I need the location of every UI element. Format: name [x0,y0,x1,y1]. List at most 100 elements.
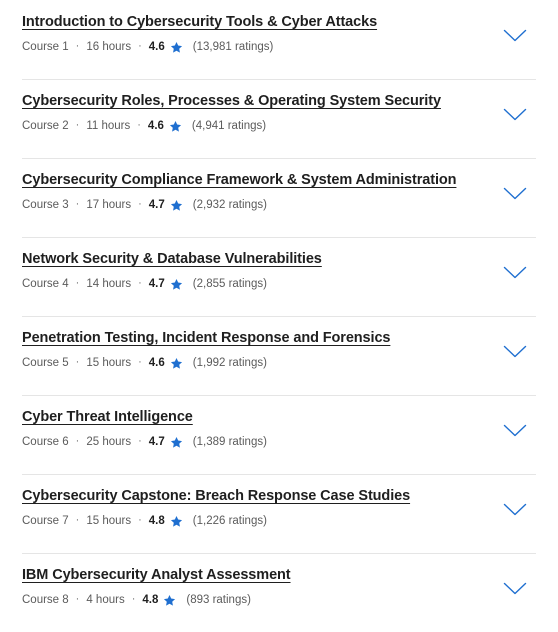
metadata-separator-1: · [75,513,80,526]
course-number: Course 7 [22,515,69,527]
metadata-separator-1: · [75,355,80,368]
course-metadata: Course 4 · 14 hours · 4.7 (2,855 ratings… [22,277,498,291]
metadata-separator-2: · [137,118,141,131]
course-row: Cybersecurity Roles, Processes & Operati… [22,92,536,133]
course-ratings-count: (2,932 ratings) [192,199,267,211]
metadata-separator-1: · [75,592,80,605]
metadata-separator-1: · [75,434,80,447]
course-ratings-count: (893 ratings) [186,594,251,606]
course-details: Penetration Testing, Incident Response a… [22,329,498,370]
course-duration: 15 hours [86,515,132,527]
course-title-link[interactable]: Penetration Testing, Incident Response a… [22,330,390,347]
chevron-down-icon [503,503,527,517]
metadata-separator-2: · [131,592,136,605]
expand-course-button[interactable] [498,572,532,606]
course-number: Course 1 [22,41,69,53]
course-duration: 15 hours [86,357,132,369]
course-number: Course 5 [22,357,69,369]
course-list-item-5: Penetration Testing, Incident Response a… [0,316,558,395]
course-ratings-count: (1,389 ratings) [192,436,267,448]
star-icon [170,199,183,212]
course-ratings-count: (1,226 ratings) [192,515,267,527]
expand-course-button[interactable] [498,19,532,53]
course-rating: 4.8 [142,594,159,606]
course-title-link[interactable]: Network Security & Database Vulnerabilit… [22,251,322,268]
course-list-item-6: Cyber Threat Intelligence Course 6 · 25 … [0,395,558,474]
course-ratings-count: (2,855 ratings) [192,278,267,290]
chevron-down-icon [503,29,527,43]
course-duration: 17 hours [86,199,132,211]
course-metadata: Course 2 · 11 hours · 4.6 (4,941 ratings… [22,119,498,133]
course-title-link[interactable]: Cybersecurity Compliance Framework & Sys… [22,172,457,189]
star-icon [170,41,183,54]
metadata-separator-2: · [138,197,142,210]
metadata-separator-2: · [138,513,142,526]
course-title-link[interactable]: IBM Cybersecurity Analyst Assessment [22,567,291,584]
chevron-down-icon [503,108,527,122]
course-row: Cybersecurity Capstone: Breach Response … [22,487,536,528]
course-row: IBM Cybersecurity Analyst Assessment Cou… [22,566,536,607]
course-list-item-2: Cybersecurity Roles, Processes & Operati… [0,79,558,158]
course-metadata: Course 3 · 17 hours · 4.7 (2,932 ratings… [22,198,498,212]
star-icon [170,515,183,528]
expand-course-button[interactable] [498,177,532,211]
metadata-separator-1: · [75,39,80,52]
course-metadata: Course 6 · 25 hours · 4.7 (1,389 ratings… [22,435,498,449]
course-rating: 4.6 [148,357,165,369]
metadata-separator-2: · [138,434,142,447]
course-number: Course 2 [22,120,69,132]
course-details: Network Security & Database Vulnerabilit… [22,250,498,291]
course-list-item-1: Introduction to Cybersecurity Tools & Cy… [0,0,558,79]
expand-course-button[interactable] [498,256,532,290]
course-duration: 4 hours [86,594,125,606]
chevron-down-icon [503,345,527,359]
course-metadata: Course 8 · 4 hours · 4.8 (893 ratings) [22,593,498,607]
course-title-link[interactable]: Cybersecurity Roles, Processes & Operati… [22,93,441,110]
course-details: Introduction to Cybersecurity Tools & Cy… [22,13,498,54]
course-row: Cyber Threat Intelligence Course 6 · 25 … [22,408,536,449]
course-duration: 25 hours [86,436,132,448]
metadata-separator-1: · [75,276,80,289]
course-list-item-4: Network Security & Database Vulnerabilit… [0,237,558,316]
metadata-separator-1: · [75,118,80,131]
course-list-item-3: Cybersecurity Compliance Framework & Sys… [0,158,558,237]
metadata-separator-2: · [138,39,142,52]
course-rating: 4.7 [148,199,165,211]
expand-course-button[interactable] [498,335,532,369]
course-ratings-count: (13,981 ratings) [192,41,274,53]
course-rating: 4.7 [148,278,165,290]
course-duration: 14 hours [86,278,132,290]
course-rating: 4.8 [148,515,165,527]
course-number: Course 6 [22,436,69,448]
course-title-link[interactable]: Cybersecurity Capstone: Breach Response … [22,488,410,505]
course-details: Cybersecurity Compliance Framework & Sys… [22,171,498,212]
course-number: Course 4 [22,278,69,290]
star-icon [163,594,176,607]
course-rating: 4.6 [148,41,165,53]
metadata-separator-1: · [75,197,80,210]
course-row: Penetration Testing, Incident Response a… [22,329,536,370]
course-number: Course 3 [22,199,69,211]
course-number: Course 8 [22,594,69,606]
course-title-link[interactable]: Introduction to Cybersecurity Tools & Cy… [22,14,377,31]
chevron-down-icon [503,187,527,201]
course-row: Network Security & Database Vulnerabilit… [22,250,536,291]
course-rating: 4.6 [147,120,164,132]
expand-course-button[interactable] [498,493,532,527]
chevron-down-icon [503,582,527,596]
course-metadata: Course 1 · 16 hours · 4.6 (13,981 rating… [22,40,498,54]
course-ratings-count: (4,941 ratings) [191,120,267,132]
expand-course-button[interactable] [498,98,532,132]
chevron-down-icon [503,424,527,438]
expand-course-button[interactable] [498,414,532,448]
course-metadata: Course 5 · 15 hours · 4.6 (1,992 ratings… [22,356,498,370]
course-ratings-count: (1,992 ratings) [192,357,267,369]
course-duration: 16 hours [86,41,132,53]
course-details: Cybersecurity Roles, Processes & Operati… [22,92,498,133]
chevron-down-icon [503,266,527,280]
course-details: Cybersecurity Capstone: Breach Response … [22,487,498,528]
course-rating: 4.7 [148,436,165,448]
metadata-separator-2: · [138,355,142,368]
course-title-link[interactable]: Cyber Threat Intelligence [22,409,193,426]
course-row: Introduction to Cybersecurity Tools & Cy… [22,13,536,54]
